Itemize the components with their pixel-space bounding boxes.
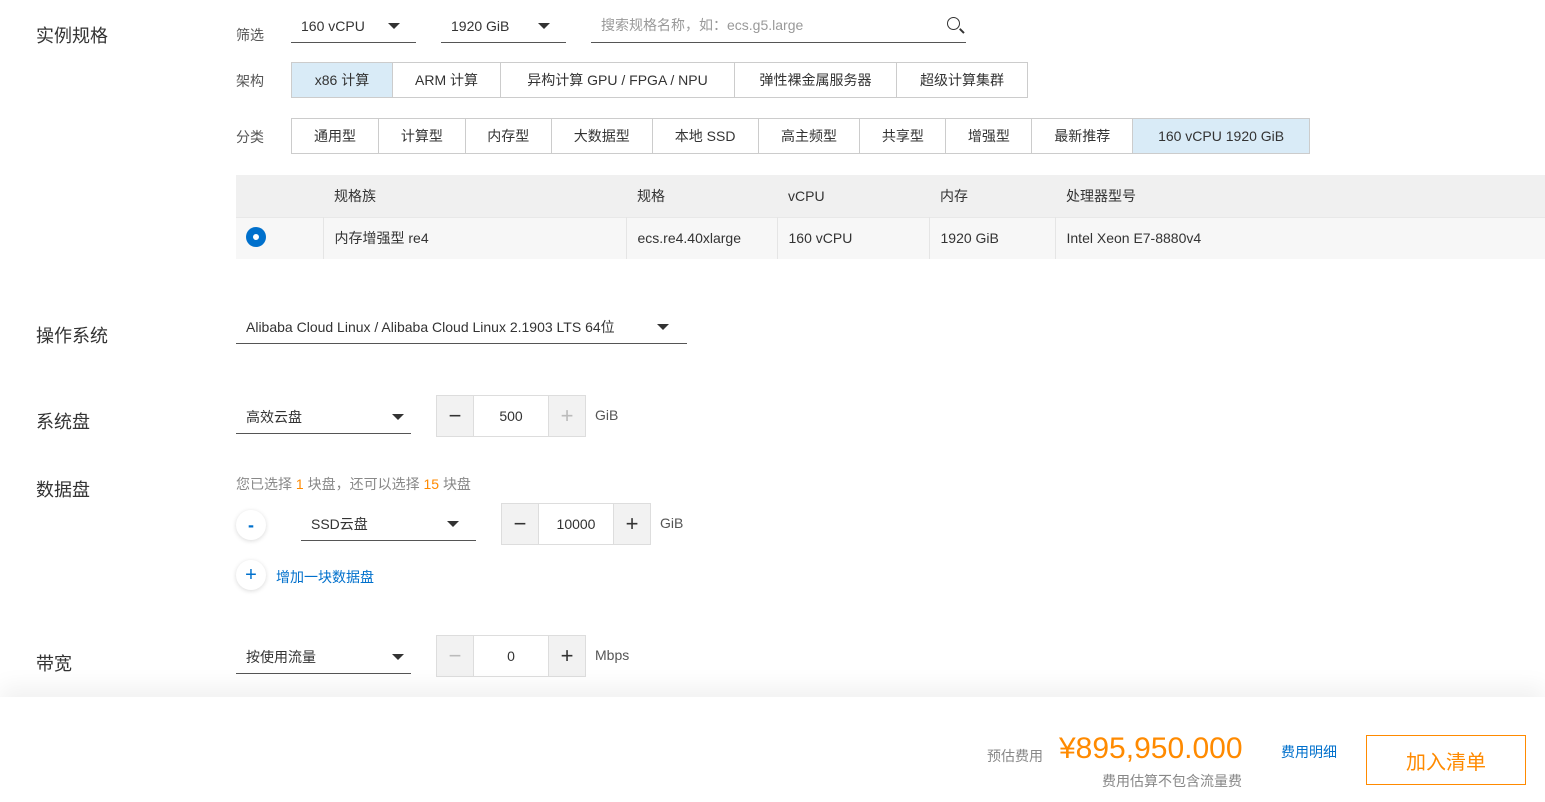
chevron-down-icon <box>657 324 669 330</box>
category-option-high-frequency[interactable]: 高主频型 <box>759 119 861 153</box>
category-label: 分类 <box>236 129 264 145</box>
system-disk-label: 系统盘 <box>36 412 90 432</box>
data-disk-size-value[interactable]: 10000 <box>538 504 614 544</box>
system-disk-decrease-button[interactable]: − <box>437 396 473 436</box>
vcpu-filter-value: 160 vCPU <box>301 17 365 34</box>
cell-family: 内存增强型 re4 <box>323 216 627 259</box>
chevron-down-icon <box>392 414 404 420</box>
cost-note: 费用估算不包含流量费 <box>1102 773 1242 789</box>
data-disk-size-stepper: − 10000 + <box>501 503 651 545</box>
table-header-vcpu: vCPU <box>777 175 929 217</box>
system-disk-size-value[interactable]: 500 <box>473 396 549 436</box>
add-data-disk-icon[interactable]: + <box>236 560 266 590</box>
chevron-down-icon <box>388 23 400 29</box>
table-header-memory: 内存 <box>929 175 1055 217</box>
table-header-radio <box>236 175 323 217</box>
data-disk-label: 数据盘 <box>36 480 90 500</box>
add-to-list-button[interactable]: 加入清单 <box>1366 735 1526 785</box>
bandwidth-unit: Mbps <box>595 647 630 663</box>
data-disk-decrease-button[interactable]: − <box>502 504 538 544</box>
category-option-filter-result[interactable]: 160 vCPU 1920 GiB <box>1133 119 1309 153</box>
cost-value: ¥895,950.000 <box>1059 732 1243 765</box>
cell-cpu: Intel Xeon E7-8880v4 <box>1055 216 1545 259</box>
table-header-row: 规格族 规格 vCPU 内存 处理器型号 <box>236 175 1545 217</box>
spec-table: 规格族 规格 vCPU 内存 处理器型号 内存增强型 re4 ecs.re4.4… <box>236 175 1545 259</box>
arch-option-bare-metal[interactable]: 弹性裸金属服务器 <box>735 63 897 97</box>
category-option-memory[interactable]: 内存型 <box>466 119 552 153</box>
data-disk-hint-remaining: 15 <box>423 476 440 492</box>
spec-search <box>591 9 966 43</box>
bandwidth-value[interactable]: 0 <box>473 636 549 676</box>
spec-search-input[interactable] <box>591 9 921 41</box>
category-selector: 通用型 计算型 内存型 大数据型 本地 SSD 高主频型 共享型 增强型 最新推… <box>291 118 1310 154</box>
search-icon[interactable] <box>947 17 960 30</box>
os-dropdown[interactable]: Alibaba Cloud Linux / Alibaba Cloud Linu… <box>236 310 687 344</box>
system-disk-type-dropdown[interactable]: 高效云盘 <box>236 400 411 434</box>
system-disk-type-value: 高效云盘 <box>246 408 302 425</box>
row-radio-cell[interactable] <box>236 216 324 259</box>
data-disk-hint: 您已选择 1 块盘，还可以选择 15 块盘 <box>236 474 471 494</box>
data-disk-hint-prefix: 您已选择 <box>236 476 292 492</box>
chevron-down-icon <box>447 521 459 527</box>
memory-filter-value: 1920 GiB <box>451 17 510 34</box>
category-option-local-ssd[interactable]: 本地 SSD <box>653 119 759 153</box>
vcpu-filter-dropdown[interactable]: 160 vCPU <box>291 9 416 43</box>
arch-selector: x86 计算 ARM 计算 异构计算 GPU / FPGA / NPU 弹性裸金… <box>291 62 1028 98</box>
bandwidth-stepper: − 0 + <box>436 635 586 677</box>
category-option-latest[interactable]: 最新推荐 <box>1032 119 1134 153</box>
arch-option-super-computing[interactable]: 超级计算集群 <box>897 63 1027 97</box>
category-option-compute[interactable]: 计算型 <box>379 119 466 153</box>
bandwidth-decrease-button[interactable]: − <box>437 636 473 676</box>
instance-spec-label: 实例规格 <box>36 26 108 46</box>
cell-vcpu: 160 vCPU <box>777 216 930 259</box>
data-disk-hint-middle: 块盘，还可以选择 <box>307 476 420 492</box>
cell-spec: ecs.re4.40xlarge <box>626 216 778 259</box>
data-disk-hint-selected: 1 <box>295 476 304 492</box>
category-option-general[interactable]: 通用型 <box>292 119 379 153</box>
category-option-big-data[interactable]: 大数据型 <box>552 119 653 153</box>
data-disk-type-dropdown[interactable]: SSD云盘 <box>301 507 476 541</box>
chevron-down-icon <box>538 23 550 29</box>
os-label: 操作系统 <box>36 326 108 346</box>
bandwidth-type-value: 按使用流量 <box>246 648 316 665</box>
cost-label: 预估费用 <box>987 748 1043 764</box>
arch-option-arm[interactable]: ARM 计算 <box>393 63 501 97</box>
bandwidth-label: 带宽 <box>36 654 72 674</box>
data-disk-type-value: SSD云盘 <box>311 515 368 532</box>
radio-selected-icon[interactable] <box>246 226 266 247</box>
system-disk-unit: GiB <box>595 407 619 423</box>
remove-data-disk-button[interactable]: - <box>236 510 266 540</box>
cost-detail-link[interactable]: 费用明细 <box>1281 742 1337 762</box>
chevron-down-icon <box>392 654 404 660</box>
arch-label: 架构 <box>236 73 264 89</box>
system-disk-size-stepper: − 500 + <box>436 395 586 437</box>
category-option-shared[interactable]: 共享型 <box>860 119 947 153</box>
data-disk-unit: GiB <box>660 515 684 531</box>
arch-option-heterogeneous[interactable]: 异构计算 GPU / FPGA / NPU <box>501 63 735 97</box>
table-row[interactable]: 内存增强型 re4 ecs.re4.40xlarge 160 vCPU 1920… <box>236 216 1545 259</box>
category-option-enhanced[interactable]: 增强型 <box>946 119 1033 153</box>
arch-option-x86[interactable]: x86 计算 <box>292 63 393 97</box>
add-data-disk-link[interactable]: 增加一块数据盘 <box>276 567 374 587</box>
table-header-family: 规格族 <box>323 175 626 217</box>
system-disk-increase-button[interactable]: + <box>549 396 585 436</box>
table-header-cpu: 处理器型号 <box>1055 175 1545 217</box>
filter-label: 筛选 <box>236 27 264 43</box>
data-disk-hint-suffix: 块盘 <box>442 476 471 492</box>
cell-memory: 1920 GiB <box>929 216 1056 259</box>
memory-filter-dropdown[interactable]: 1920 GiB <box>441 9 566 43</box>
data-disk-increase-button[interactable]: + <box>614 504 650 544</box>
os-value: Alibaba Cloud Linux / Alibaba Cloud Linu… <box>246 318 615 335</box>
bandwidth-type-dropdown[interactable]: 按使用流量 <box>236 640 411 674</box>
bandwidth-increase-button[interactable]: + <box>549 636 585 676</box>
table-header-spec: 规格 <box>626 175 777 217</box>
